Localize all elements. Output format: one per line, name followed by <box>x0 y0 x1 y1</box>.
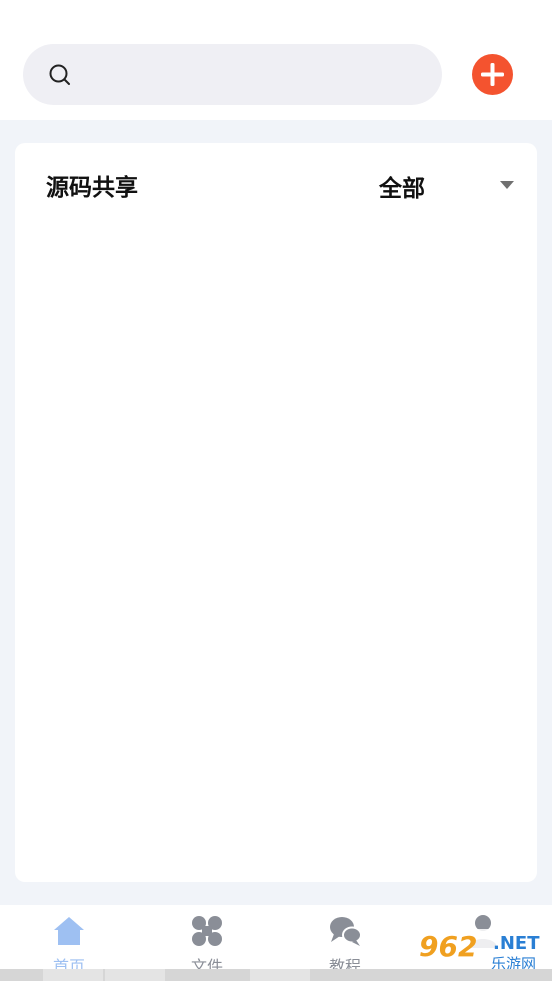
tab-tutorials[interactable]: 教程 <box>276 905 414 976</box>
chat-icon <box>330 917 362 946</box>
strip-slot <box>43 969 103 981</box>
top-bar <box>0 0 552 120</box>
source-list-card: 源码共享 全部 <box>15 143 537 882</box>
grid-icon <box>192 916 222 946</box>
home-icon <box>54 917 84 945</box>
filter-selected-value: 全部 <box>379 176 425 202</box>
watermark-number: 962 <box>419 930 478 963</box>
strip-slot <box>105 969 165 981</box>
tab-files[interactable]: 文件 <box>138 905 276 976</box>
section-title: 源码共享 <box>46 175 138 201</box>
tab-home[interactable]: 首页 <box>0 905 138 976</box>
search-icon <box>49 64 70 85</box>
add-button[interactable] <box>472 54 513 95</box>
strip-slot <box>250 969 310 981</box>
caret-down-icon <box>500 181 514 189</box>
search-input[interactable] <box>23 44 442 105</box>
watermark-net: .NET <box>493 933 540 954</box>
plus-icon <box>481 63 504 86</box>
system-navigation-strip <box>0 969 552 981</box>
category-filter-dropdown[interactable]: 全部 <box>375 169 525 203</box>
